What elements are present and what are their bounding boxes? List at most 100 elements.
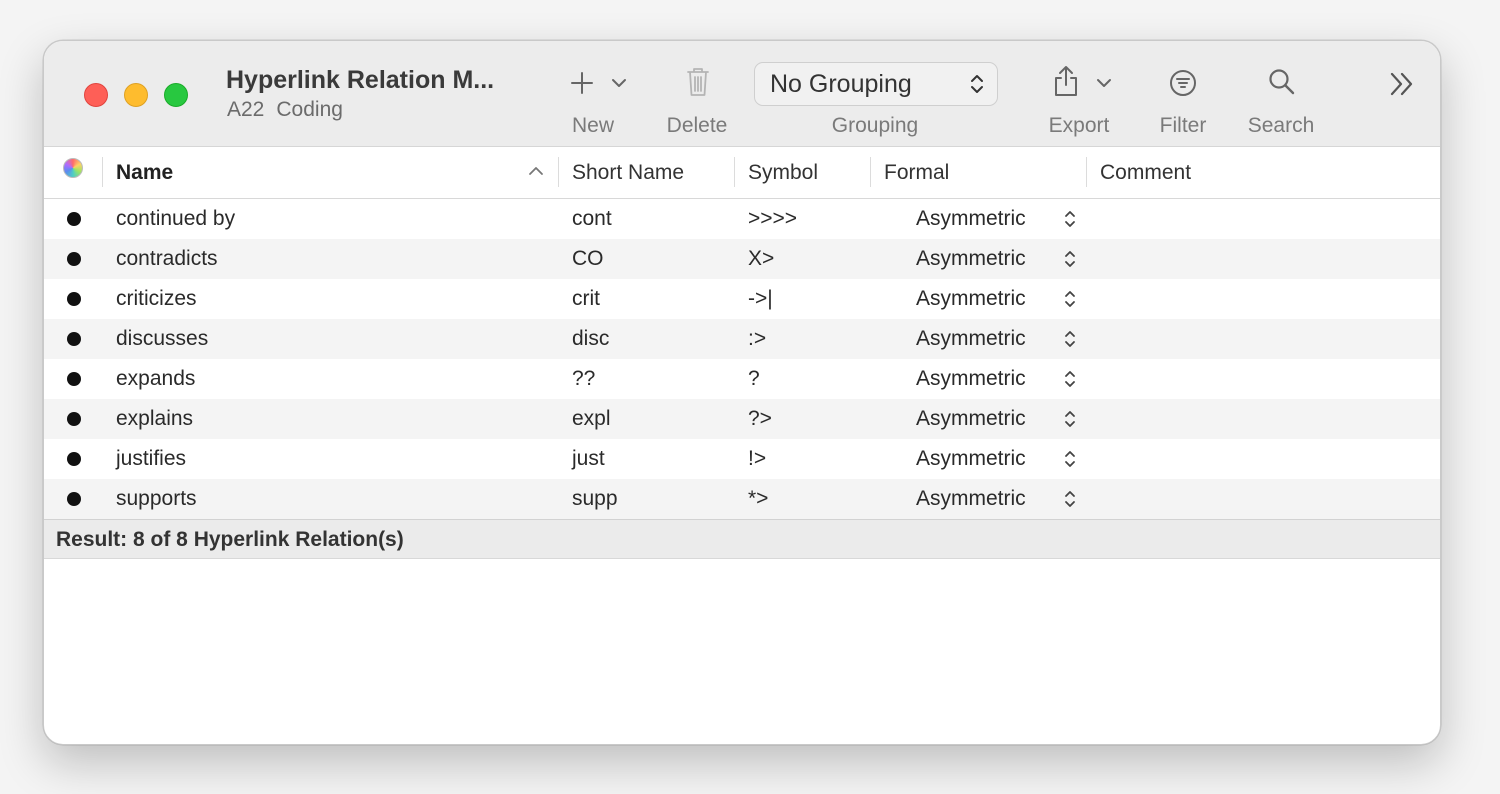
grouping-value: No Grouping bbox=[770, 70, 912, 98]
formal-popup[interactable]: Asymmetric bbox=[916, 199, 1026, 239]
formal-popup[interactable]: Asymmetric bbox=[916, 399, 1026, 439]
table-row[interactable]: explains expl ?> Asymmetric bbox=[44, 399, 1440, 439]
column-divider[interactable] bbox=[870, 157, 871, 187]
relation-color-dot bbox=[67, 212, 81, 226]
cell-name: expands bbox=[116, 367, 196, 390]
table-row[interactable]: continued by cont >>>> Asymmetric bbox=[44, 199, 1440, 239]
updown-chevrons-icon[interactable] bbox=[1063, 449, 1077, 469]
formal-popup[interactable]: Asymmetric bbox=[916, 479, 1026, 519]
cell-short-name: just bbox=[572, 447, 605, 470]
updown-chevrons-icon[interactable] bbox=[1063, 329, 1077, 349]
relation-color-dot bbox=[67, 452, 81, 466]
updown-chevrons-icon[interactable] bbox=[1063, 249, 1077, 269]
table-row[interactable]: justifies just !> Asymmetric bbox=[44, 439, 1440, 479]
grouping-tool: Grouping bbox=[832, 41, 918, 147]
cell-name: explains bbox=[116, 407, 194, 430]
magnifier-icon bbox=[1269, 69, 1295, 95]
search-button[interactable]: Search bbox=[1239, 41, 1329, 147]
cell-short-name: cont bbox=[572, 207, 612, 230]
filter-button[interactable]: Filter bbox=[1144, 41, 1224, 147]
cell-short-name: crit bbox=[572, 287, 600, 310]
cell-name: contradicts bbox=[116, 247, 218, 270]
updown-chevrons-icon[interactable] bbox=[1063, 209, 1077, 229]
hyperlink-relation-manager-window: Hyperlink Relation M... A22 Coding New De… bbox=[43, 40, 1441, 745]
minimize-window-button[interactable] bbox=[124, 83, 148, 107]
window-title: Hyperlink Relation M... bbox=[226, 66, 495, 94]
result-status-bar: Result: 8 of 8 Hyperlink Relation(s) bbox=[44, 519, 1440, 559]
export-button[interactable]: Export bbox=[1039, 41, 1129, 147]
search-label: Search bbox=[1247, 114, 1315, 137]
cell-symbol: !> bbox=[748, 447, 767, 470]
updown-chevrons-icon bbox=[971, 75, 983, 93]
column-divider[interactable] bbox=[102, 157, 103, 187]
cell-name: justifies bbox=[116, 447, 187, 470]
filter-icon bbox=[1170, 70, 1196, 96]
table-row[interactable]: expands ?? ? Asymmetric bbox=[44, 359, 1440, 399]
double-chevron-right-icon[interactable] bbox=[1388, 70, 1416, 98]
column-header-formal[interactable]: Formal bbox=[884, 147, 949, 199]
table-row[interactable]: discusses disc :> Asymmetric bbox=[44, 319, 1440, 359]
cell-symbol: ? bbox=[748, 367, 760, 390]
formal-popup[interactable]: Asymmetric bbox=[916, 439, 1026, 479]
cell-symbol: ?> bbox=[748, 407, 772, 430]
formal-popup[interactable]: Asymmetric bbox=[916, 359, 1026, 399]
cell-name: criticizes bbox=[116, 287, 197, 310]
toolbar: Hyperlink Relation M... A22 Coding New De… bbox=[44, 41, 1440, 147]
formal-popup[interactable]: Asymmetric bbox=[916, 239, 1026, 279]
column-header-name[interactable]: Name bbox=[116, 147, 173, 199]
cell-short-name: disc bbox=[572, 327, 610, 350]
relation-color-dot bbox=[67, 332, 81, 346]
cell-short-name: expl bbox=[572, 407, 611, 430]
color-wheel-icon[interactable] bbox=[63, 158, 83, 178]
relation-table-body: continued by cont >>>> Asymmetric contra… bbox=[44, 199, 1440, 519]
export-label: Export bbox=[1048, 114, 1110, 137]
table-row[interactable]: contradicts CO X> Asymmetric bbox=[44, 239, 1440, 279]
column-header-symbol[interactable]: Symbol bbox=[748, 147, 818, 199]
column-header-comment[interactable]: Comment bbox=[1100, 147, 1191, 199]
table-row[interactable]: supports supp *> Asymmetric bbox=[44, 479, 1440, 519]
relation-color-dot bbox=[67, 412, 81, 426]
window-subtitle: A22 Coding bbox=[227, 98, 343, 122]
updown-chevrons-icon[interactable] bbox=[1063, 369, 1077, 389]
share-icon bbox=[1055, 66, 1077, 96]
filter-label: Filter bbox=[1159, 114, 1207, 137]
grouping-select[interactable]: No Grouping bbox=[754, 62, 998, 106]
new-label: New bbox=[571, 114, 615, 137]
updown-chevrons-icon[interactable] bbox=[1063, 289, 1077, 309]
zoom-window-button[interactable] bbox=[164, 83, 188, 107]
cell-name: continued by bbox=[116, 207, 236, 230]
column-divider[interactable] bbox=[1086, 157, 1087, 187]
cell-name: discusses bbox=[116, 327, 209, 350]
delete-label: Delete bbox=[666, 114, 728, 137]
cell-symbol: X> bbox=[748, 247, 775, 270]
new-button[interactable]: New bbox=[564, 41, 664, 147]
formal-popup[interactable]: Asymmetric bbox=[916, 319, 1026, 359]
cell-short-name: supp bbox=[572, 487, 618, 510]
table-row[interactable]: criticizes crit ->| Asymmetric bbox=[44, 279, 1440, 319]
cell-symbol: *> bbox=[748, 487, 769, 510]
cell-name: supports bbox=[116, 487, 197, 510]
cell-symbol: >>>> bbox=[748, 207, 798, 230]
section-name: Coding bbox=[276, 98, 343, 121]
chevron-up-icon bbox=[529, 167, 543, 175]
relation-color-dot bbox=[67, 252, 81, 266]
cell-symbol: ->| bbox=[748, 287, 773, 310]
result-count: Result: 8 of 8 Hyperlink Relation(s) bbox=[56, 528, 404, 551]
table-header: Name Short Name Symbol Formal Comment bbox=[44, 147, 1440, 199]
updown-chevrons-icon[interactable] bbox=[1063, 489, 1077, 509]
project-name: A22 bbox=[227, 98, 265, 121]
delete-button[interactable]: Delete bbox=[654, 41, 744, 147]
column-header-short-name[interactable]: Short Name bbox=[572, 147, 684, 199]
column-divider[interactable] bbox=[734, 157, 735, 187]
relation-color-dot bbox=[67, 292, 81, 306]
trash-icon bbox=[687, 68, 709, 96]
chevron-down-icon[interactable] bbox=[611, 77, 627, 89]
chevron-down-icon[interactable] bbox=[1096, 77, 1112, 89]
cell-short-name: CO bbox=[572, 247, 604, 270]
formal-popup[interactable]: Asymmetric bbox=[916, 279, 1026, 319]
updown-chevrons-icon[interactable] bbox=[1063, 409, 1077, 429]
cell-symbol: :> bbox=[748, 327, 767, 350]
column-divider[interactable] bbox=[558, 157, 559, 187]
close-window-button[interactable] bbox=[84, 83, 108, 107]
relation-color-dot bbox=[67, 492, 81, 506]
